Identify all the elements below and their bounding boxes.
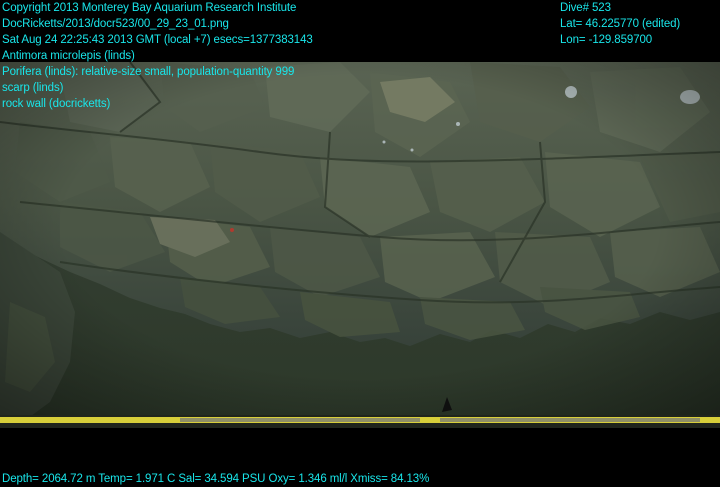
video-frame: Copyright 2013 Monterey Bay Aquarium Res… [0, 0, 720, 486]
overlay-left-metadata: Copyright 2013 Monterey Bay Aquarium Res… [2, 0, 313, 112]
annotation-line: Porifera (linds): relative-size small, p… [2, 66, 295, 78]
latitude: Lat= 46.225770 (edited) [560, 18, 681, 30]
overlay-right-metadata: Dive# 523 Lat= 46.225770 (edited) Lon= -… [560, 0, 680, 48]
timestamp-line: Sat Aug 24 22:25:43 2013 GMT (local +7) … [2, 34, 313, 46]
annotation-line: rock wall (docricketts) [2, 98, 111, 110]
annotation-line: Antimora microlepis (linds) [2, 50, 135, 62]
copyright-line: Copyright 2013 Monterey Bay Aquarium Res… [2, 2, 297, 14]
underwater-scene [0, 62, 720, 428]
annotation-line: scarp (linds) [2, 82, 64, 94]
rock-wall-image [0, 62, 720, 428]
filename-line: DocRicketts/2013/docr523/00_29_23_01.png [2, 18, 229, 30]
sensor-readout: Depth= 2064.72 m Temp= 1.971 C Sal= 34.5… [2, 473, 430, 485]
longitude: Lon= -129.859700 [560, 34, 653, 46]
dive-number: Dive# 523 [560, 2, 611, 14]
